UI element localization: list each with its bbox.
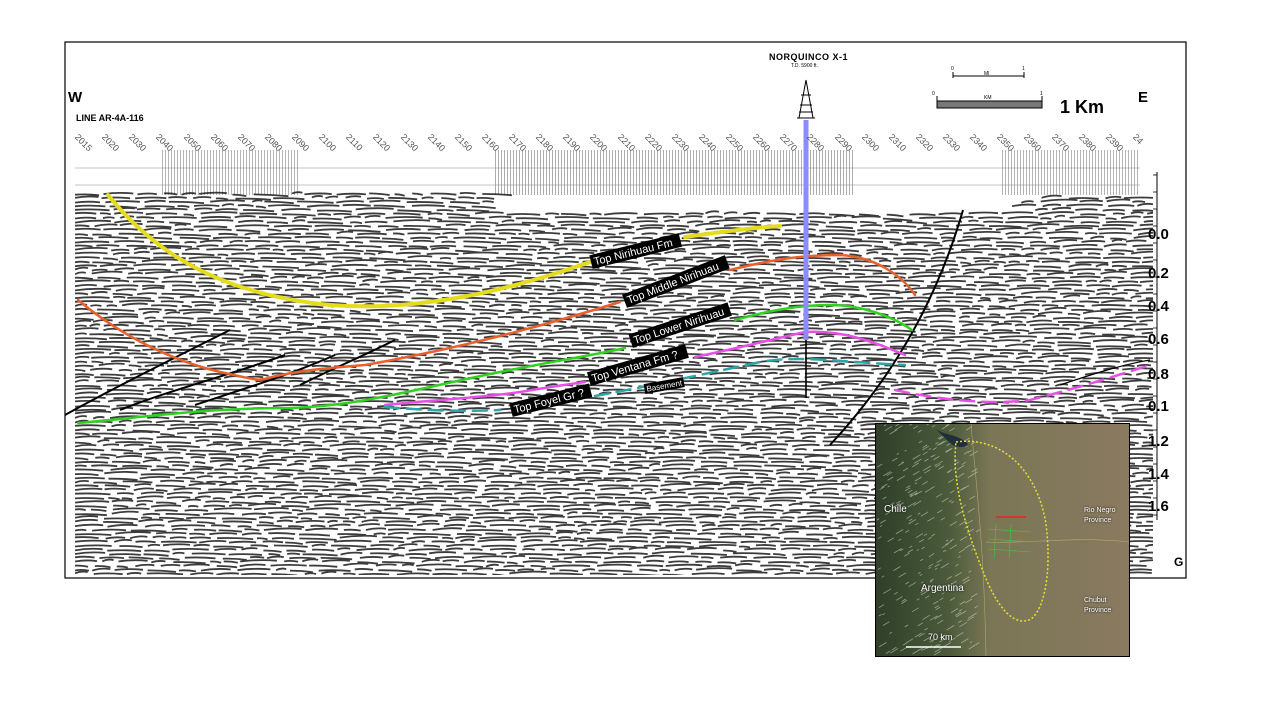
inset-label-argentina: Argentina bbox=[921, 583, 964, 594]
inset-label-rio-negro: Rio Negro Province bbox=[1084, 507, 1116, 524]
scale-mi-label: MI bbox=[984, 71, 990, 77]
depth-label: 0.6 bbox=[1148, 331, 1169, 348]
west-label: W bbox=[68, 89, 83, 106]
scale-km-one: 1 bbox=[1040, 91, 1043, 97]
inset-satellite-map: Chile Argentina Rio Negro Province Chubu… bbox=[875, 423, 1130, 657]
inset-scale-label: 70 km bbox=[928, 632, 953, 642]
inset-map-graphic bbox=[876, 424, 1129, 656]
km-scale-bar bbox=[936, 100, 1043, 109]
seismic-figure: Top Nirihuau Fm Top Middle Nirihuau Top … bbox=[0, 0, 1280, 720]
depth-label: 1.4 bbox=[1148, 466, 1169, 483]
depth-label: 0.1 bbox=[1148, 398, 1169, 415]
scale-km-label: KM bbox=[984, 95, 992, 101]
east-label: E bbox=[1138, 89, 1149, 106]
depth-label: 1.2 bbox=[1148, 433, 1169, 450]
corner-label: G bbox=[1174, 555, 1184, 569]
inset-label-chile: Chile bbox=[884, 504, 907, 515]
scale-1km-label: 1 Km bbox=[1060, 97, 1105, 117]
scale-mi-one: 1 bbox=[1022, 66, 1025, 72]
depth-label: 0.0 bbox=[1148, 226, 1169, 243]
depth-label: 1.6 bbox=[1148, 498, 1169, 515]
well-name: NORQUINCO X-1 bbox=[769, 52, 849, 62]
scale-km-zero: 0 bbox=[932, 91, 935, 97]
line-name: LINE AR-4A-116 bbox=[76, 113, 144, 123]
well-td: T.D. 5900 ft. bbox=[791, 63, 818, 69]
scale-mi-zero: 0 bbox=[951, 66, 954, 72]
depth-label: 0.4 bbox=[1148, 298, 1169, 315]
depth-label: 0.2 bbox=[1148, 265, 1169, 282]
depth-label: 0.8 bbox=[1148, 366, 1169, 383]
inset-label-chubut: Chubut Province bbox=[1084, 597, 1112, 614]
